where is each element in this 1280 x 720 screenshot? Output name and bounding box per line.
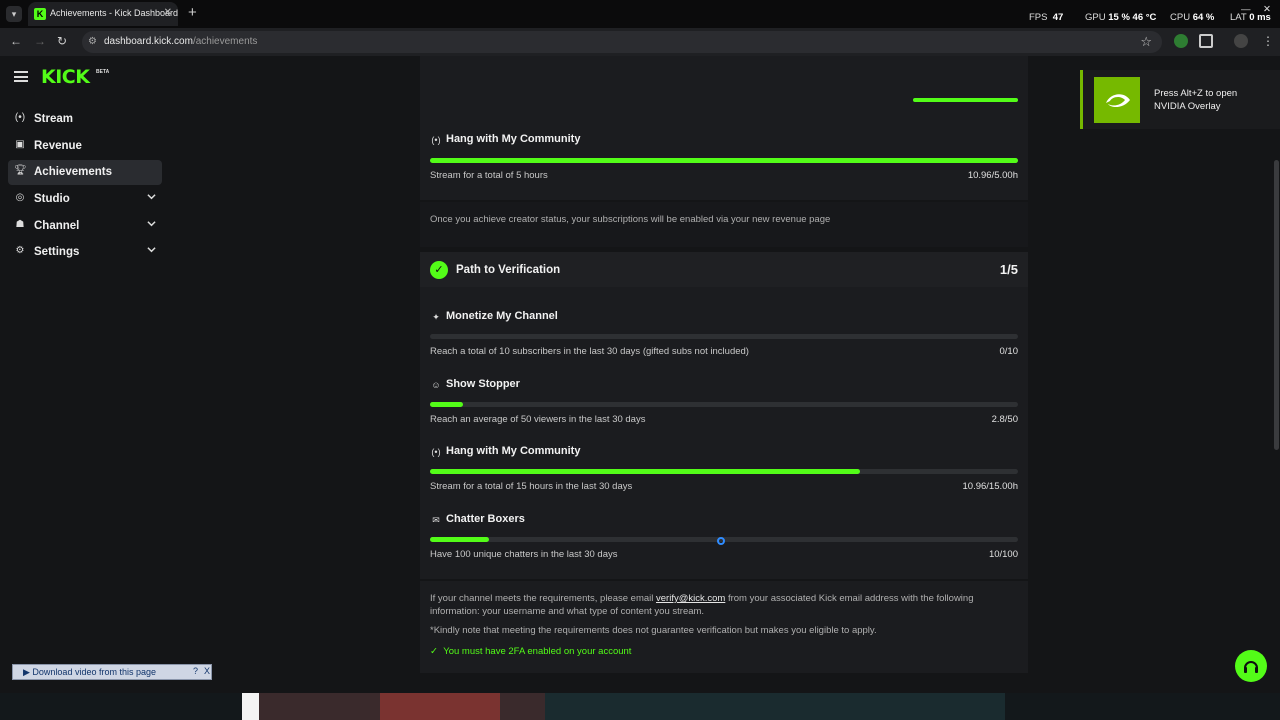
achievement-description: Stream for a total of 5 hours xyxy=(430,170,548,181)
tab-search-button[interactable]: ▾ xyxy=(6,6,22,22)
verification-title: Path to Verification xyxy=(456,264,561,276)
requirement-2fa: ✓ You must have 2FA enabled on your acco… xyxy=(430,646,632,657)
kick-dashboard: KICK BETA (•) Stream ▣ Revenue 🏆︎ Achiev… xyxy=(0,56,1280,693)
menu-icon[interactable] xyxy=(14,71,28,82)
verification-count: 1/5 xyxy=(999,262,1018,277)
creator-achievements-card: (•) Hang with My Community Stream for a … xyxy=(420,56,1028,202)
sidebar-item-stream[interactable]: (•) Stream xyxy=(8,107,162,132)
extensions-puzzle-icon[interactable] xyxy=(1199,34,1213,48)
previous-progress-bar xyxy=(913,98,1018,102)
users-icon: ☺ xyxy=(431,380,441,390)
achievement-title: Hang with My Community xyxy=(446,445,581,457)
progress-bar xyxy=(430,469,1018,474)
broadcast-icon: (•) xyxy=(431,447,441,457)
sidebar-item-achievements[interactable]: 🏆︎ Achievements xyxy=(8,160,162,185)
achievement-progress: 10.96/5.00h xyxy=(967,170,1018,181)
url-field[interactable]: ⚙ dashboard.kick.com/achievements ☆ xyxy=(82,31,1162,53)
forward-arrow-icon[interactable]: → xyxy=(34,34,46,48)
creator-note: Once you achieve creator status, your su… xyxy=(420,202,1028,247)
bookmark-star-icon[interactable]: ☆ xyxy=(1140,34,1152,50)
verification-achievements: ✦ Monetize My Channel Reach a total of 1… xyxy=(420,287,1028,579)
achievement-description: Reach a total of 10 subscribers in the l… xyxy=(430,346,749,357)
achievement-description: Stream for a total of 15 hours in the la… xyxy=(430,481,633,492)
close-icon[interactable]: X xyxy=(204,666,210,676)
help-icon[interactable]: ? xyxy=(193,666,198,676)
achievement-title: Hang with My Community xyxy=(446,133,581,145)
achievement-description: Reach an average of 50 viewers in the la… xyxy=(430,414,646,425)
achievement-progress: 10.96/15.00h xyxy=(962,481,1018,492)
channel-icon: ☗ xyxy=(15,219,25,230)
studio-icon: ◎ xyxy=(15,192,25,203)
progress-fill xyxy=(430,158,1018,163)
kick-logo[interactable]: KICK xyxy=(41,66,90,88)
progress-fill xyxy=(430,469,860,474)
download-video-bar[interactable]: ▶ Download video from this page ? X xyxy=(12,664,212,680)
site-info-icon[interactable]: ⚙ xyxy=(88,36,97,47)
disclaimer: *Kindly note that meeting the requiremen… xyxy=(430,625,877,636)
reload-icon[interactable]: ↻ xyxy=(57,34,67,48)
chevron-down-icon[interactable] xyxy=(147,219,156,228)
beta-badge: BETA xyxy=(96,69,110,75)
revenue-icon: ▣ xyxy=(15,139,25,150)
download-video-button[interactable]: ▶ Download video from this page xyxy=(23,667,156,678)
progress-fill xyxy=(430,537,489,542)
progress-bar xyxy=(430,334,1018,339)
chevron-down-icon[interactable] xyxy=(147,192,156,201)
sidebar-item-channel[interactable]: ☗ Channel xyxy=(8,214,162,239)
kick-favicon-icon: K xyxy=(34,8,46,20)
chat-icon: ✉ xyxy=(432,515,440,525)
headset-icon xyxy=(1244,661,1258,673)
fps-readout: FPS 47 xyxy=(1029,12,1064,23)
browser-address-bar: ← → ↻ ⚙ dashboard.kick.com/achievements … xyxy=(0,28,1280,56)
background-video-strip xyxy=(0,693,1280,720)
gpu-readout: GPU 15 % 46 °C xyxy=(1085,12,1157,23)
browser-tab[interactable]: K Achievements - Kick Dashboard ✕ xyxy=(28,2,178,26)
trophy-icon: 🏆︎ xyxy=(14,165,27,176)
achievement-progress: 2.8/50 xyxy=(991,414,1018,425)
progress-fill xyxy=(430,402,463,407)
new-tab-button[interactable]: + xyxy=(188,4,197,21)
progress-bar xyxy=(430,158,1018,163)
cursor-highlight xyxy=(717,537,725,545)
progress-bar xyxy=(430,402,1018,407)
sidebar-item-studio[interactable]: ◎ Studio xyxy=(8,187,162,212)
verify-email-link[interactable]: verify@kick.com xyxy=(656,593,725,604)
broadcast-icon: (•) xyxy=(431,135,441,145)
browser-menu-icon[interactable]: ⋮ xyxy=(1262,34,1274,48)
achievement-title: Show Stopper xyxy=(446,378,520,390)
nvidia-toast-text: Press Alt+Z to open NVIDIA Overlay xyxy=(1154,88,1238,112)
scrollbar[interactable] xyxy=(1274,160,1279,450)
chevron-down-icon[interactable] xyxy=(147,245,156,254)
extension-icon[interactable] xyxy=(1174,34,1188,48)
verification-header: ✓ Path to Verification 1/5 xyxy=(420,252,1028,287)
cpu-readout: CPU 64 % xyxy=(1170,12,1215,23)
verified-badge-icon: ✓ xyxy=(430,261,448,279)
profile-avatar[interactable] xyxy=(1234,34,1248,48)
achievement-title: Chatter Boxers xyxy=(446,513,525,525)
achievement-progress: 0/10 xyxy=(999,346,1019,357)
window-close-icon[interactable]: ✕ xyxy=(1263,4,1271,15)
window-minimize-icon[interactable]: — xyxy=(1241,4,1251,15)
nvidia-overlay-toast[interactable]: Press Alt+Z to open NVIDIA Overlay xyxy=(1080,70,1280,129)
help-chat-button[interactable] xyxy=(1235,650,1267,682)
url-text: dashboard.kick.com/achievements xyxy=(104,36,258,47)
tab-title: Achievements - Kick Dashboard xyxy=(50,8,179,18)
broadcast-icon: (•) xyxy=(14,112,26,123)
achievement-description: Have 100 unique chatters in the last 30 … xyxy=(430,549,618,560)
email-instructions: If your channel meets the requirements, … xyxy=(430,593,974,604)
gear-icon: ⚙ xyxy=(15,245,25,256)
back-arrow-icon[interactable]: ← xyxy=(10,34,22,48)
sparkle-icon: ✦ xyxy=(432,312,440,322)
achievement-title: Monetize My Channel xyxy=(446,310,558,322)
nvidia-logo-icon xyxy=(1094,77,1140,123)
tab-close-icon[interactable]: ✕ xyxy=(164,7,172,18)
browser-tab-bar: ▾ K Achievements - Kick Dashboard ✕ + FP… xyxy=(0,0,1280,28)
sidebar-item-revenue[interactable]: ▣ Revenue xyxy=(8,134,162,159)
achievement-progress: 10/100 xyxy=(988,549,1018,560)
sidebar-item-settings[interactable]: ⚙ Settings xyxy=(8,240,162,265)
verification-instructions: If your channel meets the requirements, … xyxy=(420,581,1028,673)
